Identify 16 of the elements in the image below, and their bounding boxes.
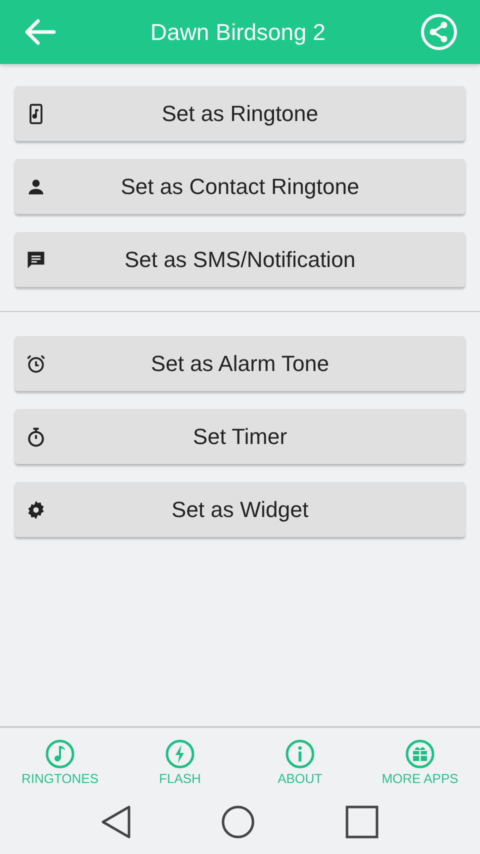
action-button[interactable]: Set as Contact Ringtone	[15, 159, 465, 214]
music-note-icon	[45, 738, 75, 768]
action-button[interactable]: Set as Ringtone	[15, 86, 465, 141]
home-icon[interactable]	[221, 805, 255, 839]
screen-title: Dawn Birdsong 2	[149, 18, 327, 46]
stopwatch-icon	[25, 426, 47, 448]
recents-icon[interactable]	[345, 805, 379, 839]
gift-icon	[405, 738, 435, 768]
lightning-icon	[165, 738, 195, 768]
info-icon	[285, 738, 315, 768]
alarm-clock-icon	[25, 352, 47, 374]
back-icon[interactable]	[101, 805, 131, 839]
action-button[interactable]: Set as SMS/Notification	[15, 232, 465, 287]
action-button[interactable]: Set as Alarm Tone	[15, 336, 465, 391]
action-button[interactable]: Set Timer	[15, 409, 465, 464]
action-button[interactable]: Set as Widget	[15, 482, 465, 537]
